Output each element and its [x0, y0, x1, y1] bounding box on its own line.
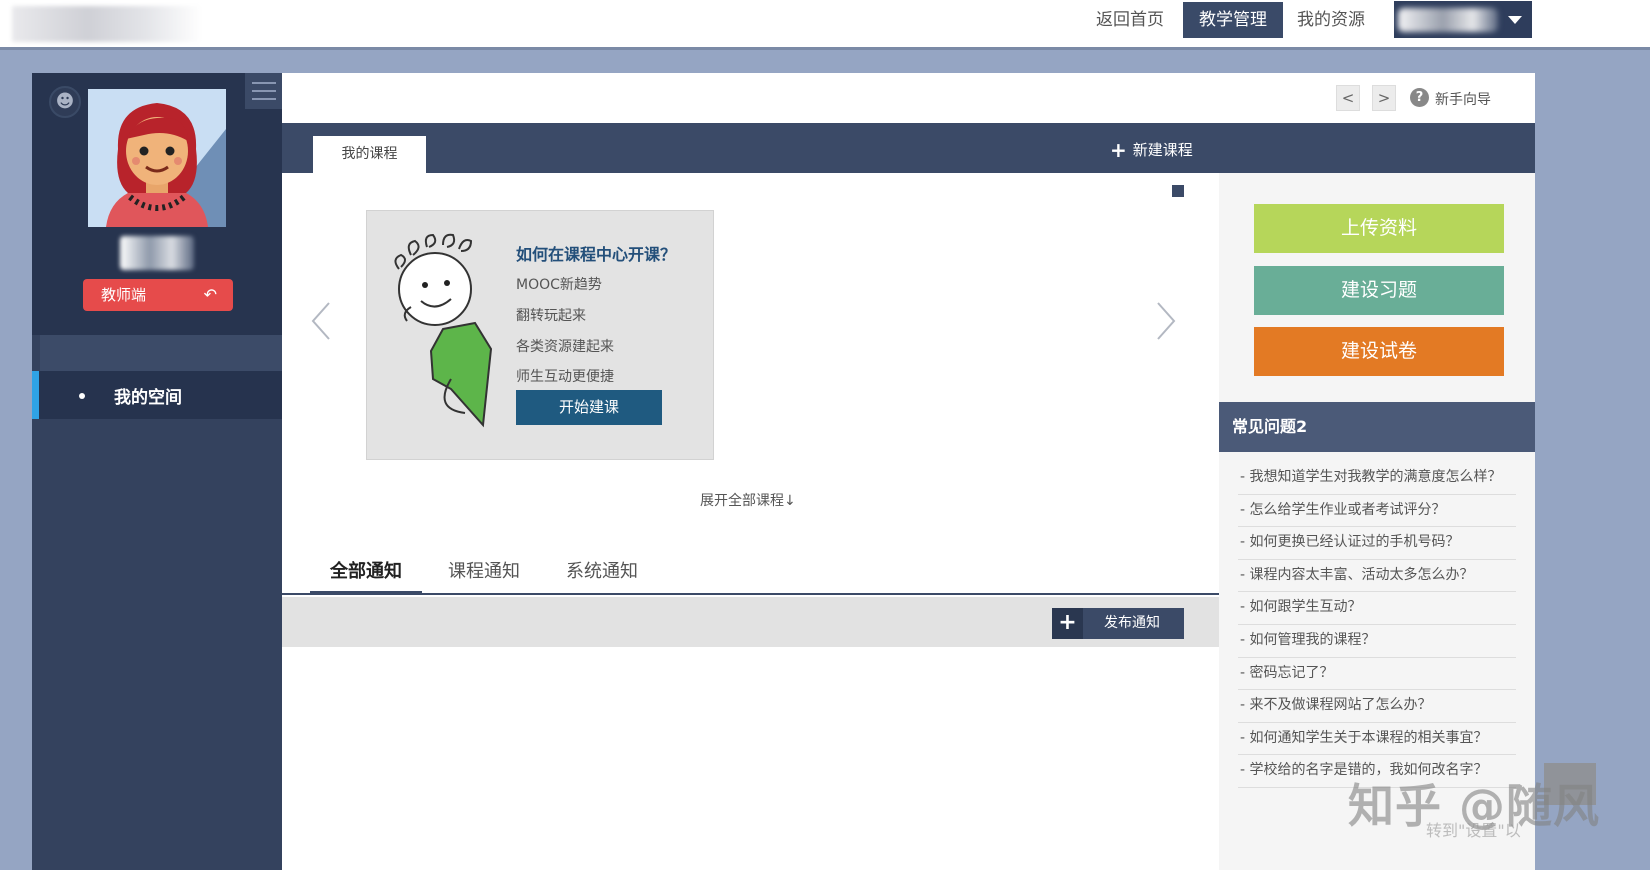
main-content: < > ? 新手向导 我的课程 + 新建课程 如何在课程中心开课？ MOOC新趋…: [282, 73, 1535, 870]
bullet-icon: [79, 393, 85, 399]
teacher-avatar-illustration: [88, 89, 226, 227]
course-guide-card: 如何在课程中心开课？ MOOC新趋势 翻转玩起来 各类资源建起来 师生互动更便捷…: [366, 210, 714, 460]
tab-course-notices[interactable]: 课程通知: [448, 557, 520, 593]
new-course-button[interactable]: + 新建课程: [1110, 138, 1193, 162]
user-icon[interactable]: ☻: [49, 86, 81, 118]
nav-my-resources[interactable]: 我的资源: [1283, 2, 1379, 38]
guide-toolbar: < > ? 新手向导: [282, 73, 1535, 123]
new-course-label: 新建课程: [1132, 141, 1193, 159]
tab-system-notices[interactable]: 系统通知: [566, 557, 638, 593]
upload-materials-button[interactable]: 上传资料: [1254, 204, 1504, 253]
faq-item[interactable]: - 怎么给学生作业或者考试评分？: [1238, 495, 1516, 528]
watermark-subtext: 转到"设置"以: [1426, 821, 1521, 840]
faq-item[interactable]: - 课程内容太丰富、活动太多怎么办？: [1238, 560, 1516, 593]
user-display-name: [120, 236, 194, 270]
help-icon[interactable]: ?: [1410, 88, 1429, 107]
top-navigation-bar: 返回首页 教学管理 我的资源: [0, 0, 1650, 50]
plus-icon: +: [1052, 608, 1083, 639]
tab-my-courses[interactable]: 我的课程: [313, 136, 426, 173]
plus-icon: +: [1110, 138, 1127, 162]
previous-button[interactable]: <: [1336, 85, 1360, 111]
card-feature-line: 师生互动更便捷: [516, 369, 614, 385]
start-course-button[interactable]: 开始建课: [516, 390, 662, 425]
sidebar-divider: [40, 335, 282, 371]
card-feature-line: 各类资源建起来: [516, 339, 614, 355]
chevron-down-icon[interactable]: [1508, 16, 1522, 24]
role-button-label: 教师端: [101, 286, 147, 304]
swap-icon: ↶: [203, 285, 217, 304]
faq-item[interactable]: - 来不及做课程网站了怎么办？: [1238, 690, 1516, 723]
notice-tabs: 全部通知 课程通知 系统通知: [282, 553, 1219, 595]
faq-list: - 我想知道学生对我教学的满意度怎么样？ - 怎么给学生作业或者考试评分？ - …: [1238, 462, 1516, 788]
avatar[interactable]: [88, 89, 226, 227]
publish-notice-button[interactable]: + 发布通知: [1052, 608, 1184, 639]
build-exercises-button[interactable]: 建设习题: [1254, 266, 1504, 315]
next-button[interactable]: >: [1372, 85, 1396, 111]
sidebar-item-label: 我的空间: [114, 388, 182, 408]
left-sidebar: ☻ 教师端 ↶ 我的空间: [32, 73, 282, 870]
faq-item[interactable]: - 密码忘记了？: [1238, 658, 1516, 691]
cartoon-character-illustration: [394, 233, 493, 428]
faq-item[interactable]: - 如何更换已经认证过的手机号码？: [1238, 527, 1516, 560]
nav-teaching-management[interactable]: 教学管理: [1183, 2, 1283, 38]
sidebar-item-my-space[interactable]: 我的空间: [32, 371, 282, 419]
right-panel-header: [1219, 123, 1535, 173]
teacher-role-switch-button[interactable]: 教师端 ↶: [83, 279, 233, 311]
faq-item[interactable]: - 如何管理我的课程？: [1238, 625, 1516, 658]
carousel-indicator[interactable]: [1172, 185, 1184, 197]
notice-toolbar: + 发布通知: [282, 597, 1219, 647]
faq-title: 常见问题2: [1219, 402, 1535, 452]
nav-home-link[interactable]: 返回首页: [1082, 2, 1178, 38]
publish-notice-label: 发布通知: [1104, 615, 1160, 631]
faq-item[interactable]: - 如何通知学生关于本课程的相关事宜？: [1238, 723, 1516, 756]
build-exam-button[interactable]: 建设试卷: [1254, 327, 1504, 376]
card-feature-line: MOOC新趋势: [516, 277, 602, 293]
carousel-next-icon[interactable]: [1155, 301, 1177, 341]
user-menu-dropdown[interactable]: [1394, 1, 1532, 38]
card-feature-line: 翻转玩起来: [516, 308, 586, 324]
faq-item[interactable]: - 如何跟学生互动？: [1238, 592, 1516, 625]
beginner-guide-link[interactable]: 新手向导: [1435, 89, 1491, 109]
site-logo[interactable]: [12, 6, 202, 42]
faq-item[interactable]: - 我想知道学生对我教学的满意度怎么样？: [1238, 462, 1516, 495]
expand-all-courses-link[interactable]: 展开全部课程↓: [700, 490, 796, 510]
hamburger-menu-icon[interactable]: [245, 73, 282, 109]
profile-panel: ☻ 教师端 ↶: [32, 73, 282, 335]
carousel-prev-icon[interactable]: [310, 301, 332, 341]
course-tab-bar: 我的课程 + 新建课程: [282, 123, 1219, 173]
user-account-avatar: [1398, 8, 1498, 32]
card-title: 如何在课程中心开课？: [516, 245, 677, 264]
tab-all-notices[interactable]: 全部通知: [310, 557, 422, 594]
